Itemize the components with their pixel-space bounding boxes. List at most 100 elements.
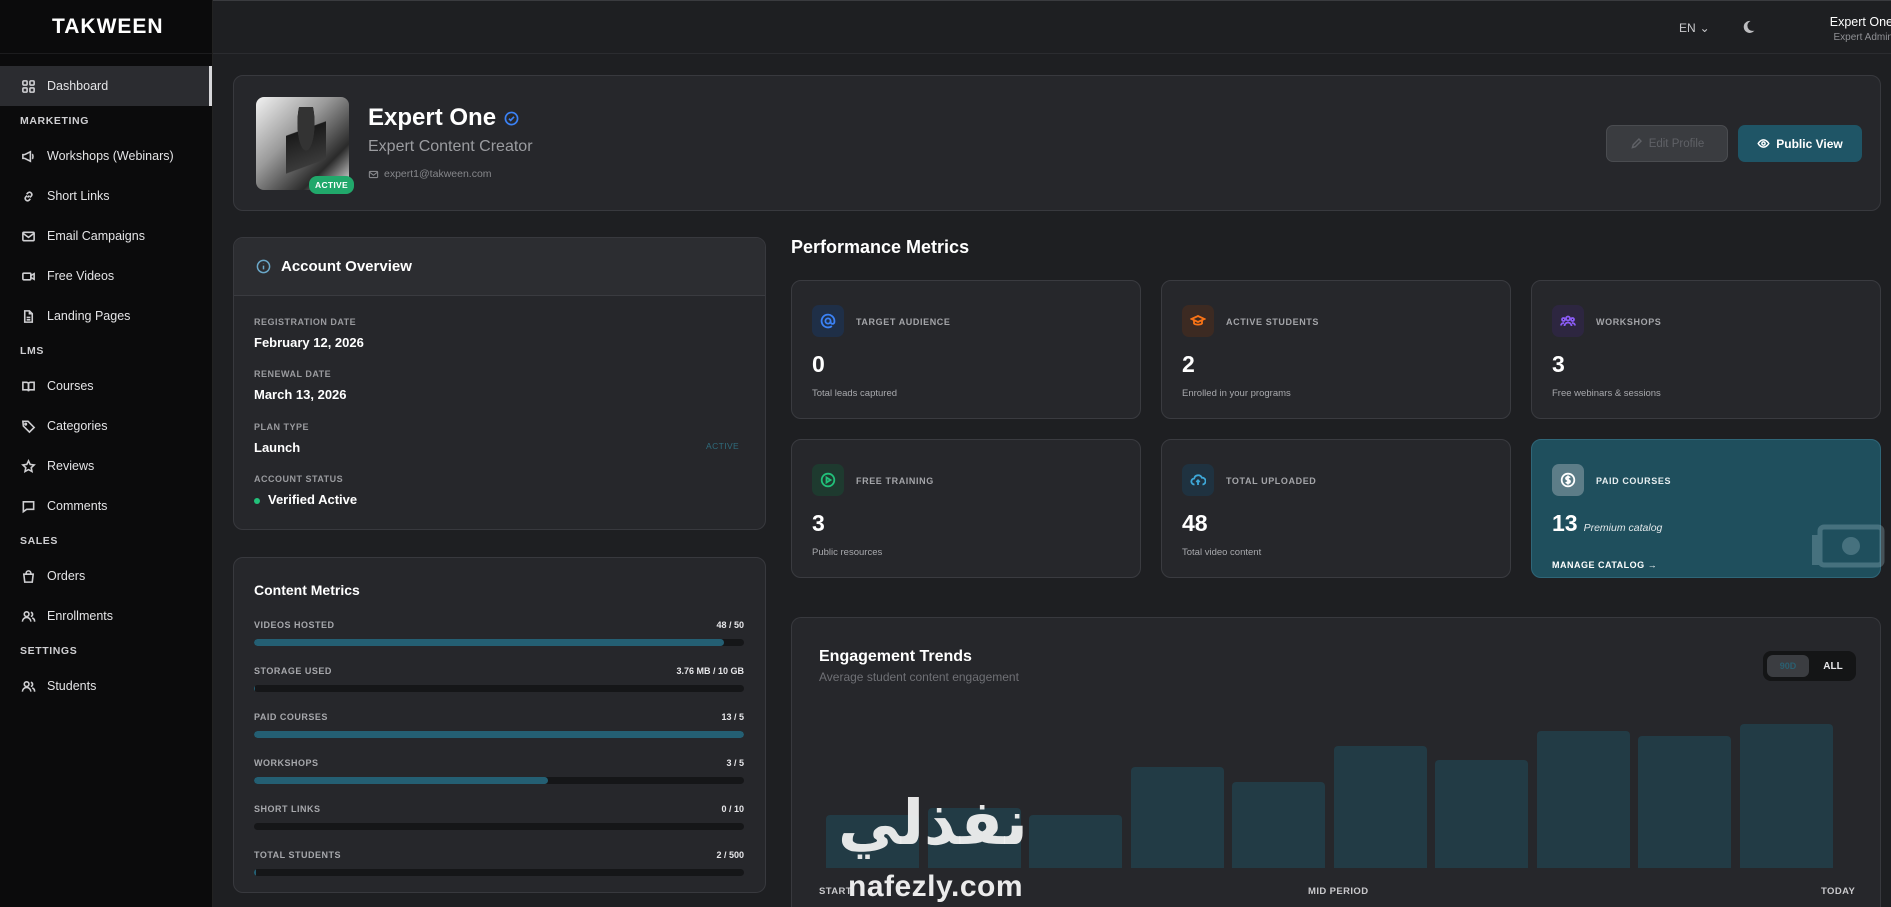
public-view-button[interactable]: Public View	[1738, 125, 1862, 162]
moon-icon[interactable]	[1740, 19, 1756, 40]
sidebar-item-label: Comments	[47, 499, 108, 513]
metric-card-active-students[interactable]: ACTIVE STUDENTS 2 Enrolled in your progr…	[1161, 280, 1511, 419]
chart-bar	[1333, 746, 1427, 868]
metric-label: PAID COURSES	[1596, 476, 1672, 486]
info-icon	[256, 259, 271, 274]
megaphone-icon	[20, 148, 36, 164]
cloud-upload-icon	[1182, 464, 1214, 496]
language-label: EN	[1679, 21, 1696, 35]
sidebar-item-categories[interactable]: Categories	[0, 406, 212, 446]
file-icon	[20, 308, 36, 324]
renewal-date-label: RENEWAL DATE	[254, 369, 332, 379]
metric-label: ACTIVE STUDENTS	[1226, 317, 1320, 327]
section-sales: SALES	[20, 535, 59, 547]
chart-bar	[1739, 724, 1833, 868]
chevron-down-icon: ⌄	[1699, 21, 1710, 35]
sidebar-item-email-campaigns[interactable]: Email Campaigns	[0, 216, 212, 256]
sidebar-item-label: Orders	[47, 569, 86, 583]
chart-bar	[1130, 767, 1224, 868]
sidebar-item-label: Reviews	[47, 459, 95, 473]
profile-name: Expert One	[368, 104, 497, 131]
range-90d-button[interactable]: 90D	[1767, 655, 1809, 677]
sidebar-item-free-videos[interactable]: Free Videos	[0, 256, 212, 296]
metric-value: 2	[1182, 351, 1195, 377]
manage-catalog-link[interactable]: MANAGE CATALOG →	[1552, 560, 1657, 570]
pencil-icon	[1631, 137, 1642, 149]
metric-value: 3	[812, 510, 825, 536]
range-all-button[interactable]: ALL	[1813, 655, 1853, 677]
plan-status-tag: ACTIVE	[706, 441, 740, 451]
tag-icon	[20, 418, 36, 434]
metric-label: FREE TRAINING	[856, 476, 934, 486]
metric-label: TARGET AUDIENCE	[856, 317, 951, 327]
metric-label: WORKSHOPS	[1596, 317, 1662, 327]
link-icon	[20, 188, 36, 204]
email-text: expert1@takween.com	[384, 168, 492, 180]
profile-card: ACTIVE Expert One Expert Content Creator…	[233, 75, 1881, 211]
chart-bar	[1435, 760, 1528, 868]
account-status-label: ACCOUNT STATUS	[254, 474, 344, 484]
metric-row-label: PAID COURSES	[254, 712, 328, 722]
sidebar-item-comments[interactable]: Comments	[0, 486, 212, 526]
language-selector[interactable]: EN ⌄	[1679, 21, 1710, 35]
metric-row-value: 48 / 50	[716, 620, 744, 630]
content-metrics-title: Content Metrics	[254, 582, 360, 598]
edit-profile-button[interactable]: Edit Profile	[1606, 125, 1728, 162]
renewal-date-value: March 13, 2026	[254, 387, 347, 402]
progress-track	[254, 869, 744, 876]
section-lms: LMS	[20, 345, 44, 357]
metric-desc: Free webinars & sessions	[1552, 388, 1661, 399]
metric-row-label: SHORT LINKS	[254, 804, 321, 814]
sidebar-item-students[interactable]: Students	[0, 666, 212, 706]
sidebar-item-orders[interactable]: Orders	[0, 556, 212, 596]
status-dot	[254, 497, 260, 504]
metric-card-workshops[interactable]: WORKSHOPS 3 Free webinars & sessions	[1531, 280, 1881, 419]
x-label-end: TODAY	[1821, 886, 1856, 897]
metric-row-label: STORAGE USED	[254, 666, 332, 676]
users-icon	[1552, 305, 1584, 337]
grid-icon	[20, 78, 36, 94]
metric-row-value: 13 / 5	[721, 712, 744, 722]
metric-row-label: VIDEOS HOSTED	[254, 620, 335, 630]
engagement-trends-card: Engagement Trends Average student conten…	[791, 617, 1881, 907]
brand-logo[interactable]: TAKWEEN	[0, 0, 212, 54]
metric-value: 13 Premium catalog	[1552, 510, 1663, 536]
sidebar-item-courses[interactable]: Courses	[0, 366, 212, 406]
sidebar-item-short-links[interactable]: Short Links	[0, 176, 212, 216]
mail-icon	[368, 170, 379, 178]
user-name[interactable]: Expert One	[1813, 15, 1891, 29]
sidebar-item-dashboard[interactable]: Dashboard	[0, 66, 212, 106]
chart-bar	[1232, 782, 1325, 868]
metric-desc: Total video content	[1182, 547, 1262, 558]
play-circle-icon	[812, 464, 844, 496]
chart-bar	[1536, 731, 1630, 868]
metric-card-total-uploaded[interactable]: TOTAL UPLOADED 48 Total video content	[1161, 439, 1511, 578]
metric-row-value: 0 / 10	[721, 804, 744, 814]
metric-card-paid-courses[interactable]: PAID COURSES 13 Premium catalog MANAGE CA…	[1531, 439, 1885, 578]
sidebar: TAKWEEN Dashboard MARKETING Workshops (W…	[0, 0, 213, 907]
sidebar-item-workshops[interactable]: Workshops (Webinars)	[0, 136, 212, 176]
chart-bar	[1638, 736, 1731, 868]
metric-card-free-training[interactable]: FREE TRAINING 3 Public resources	[791, 439, 1141, 578]
engagement-title: Engagement Trends	[819, 648, 972, 665]
progress-fill	[254, 869, 256, 876]
registration-date-value: February 12, 2026	[254, 335, 364, 350]
metric-value: 3	[1552, 351, 1565, 377]
profile-subtitle: Expert Content Creator	[368, 138, 533, 155]
metric-value: 0	[812, 351, 825, 377]
registration-date-label: REGISTRATION DATE	[254, 317, 357, 327]
sidebar-item-reviews[interactable]: Reviews	[0, 446, 212, 486]
metric-row-value: 2 / 500	[716, 850, 744, 860]
metric-desc: Total leads captured	[812, 388, 898, 399]
sidebar-item-enrollments[interactable]: Enrollments	[0, 596, 212, 636]
topbar: EN ⌄ Expert One Expert Admin	[213, 0, 1891, 54]
sidebar-item-label: Free Videos	[47, 269, 115, 283]
progress-track	[254, 731, 744, 738]
at-icon	[812, 305, 844, 337]
shopping-bag-icon	[20, 568, 36, 584]
metric-row-value: 3 / 5	[726, 758, 744, 768]
x-label-mid: MID PERIOD	[1308, 886, 1369, 897]
users-icon	[20, 678, 36, 694]
metric-card-target-audience[interactable]: TARGET AUDIENCE 0 Total leads captured	[791, 280, 1141, 419]
sidebar-item-landing-pages[interactable]: Landing Pages	[0, 296, 212, 336]
